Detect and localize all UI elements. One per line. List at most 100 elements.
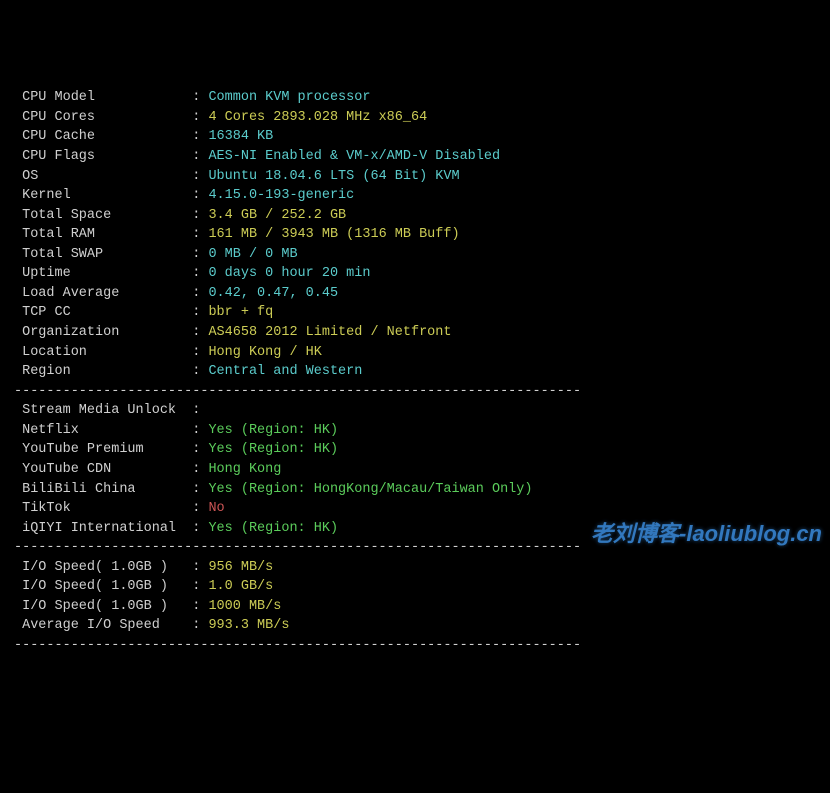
- row-colon: :: [192, 560, 208, 575]
- divider-line: ----------------------------------------…: [14, 382, 816, 402]
- stream-row: BiliBili China : Yes (Region: HongKong/M…: [14, 480, 816, 500]
- row-colon: :: [192, 423, 208, 438]
- row-colon: :: [192, 305, 208, 320]
- io-row: I/O Speed( 1.0GB ) : 1000 MB/s: [14, 597, 816, 617]
- row-colon: :: [192, 169, 208, 184]
- row-value: 1000 MB/s: [208, 599, 281, 614]
- row-value: No: [208, 501, 224, 516]
- system-row: OS : Ubuntu 18.04.6 LTS (64 Bit) KVM: [14, 167, 816, 187]
- row-label: TikTok: [14, 501, 192, 516]
- row-label: OS: [14, 169, 192, 184]
- row-label: CPU Model: [14, 90, 192, 105]
- system-row: Organization : AS4658 2012 Limited / Net…: [14, 323, 816, 343]
- stream-row: Netflix : Yes (Region: HK): [14, 421, 816, 441]
- row-value: 161 MB / 3943 MB (1316 MB Buff): [208, 227, 459, 242]
- row-value: bbr + fq: [208, 305, 273, 320]
- row-label: I/O Speed( 1.0GB ): [14, 560, 192, 575]
- stream-row: YouTube Premium : Yes (Region: HK): [14, 440, 816, 460]
- row-colon: :: [192, 403, 208, 418]
- row-label: Organization: [14, 325, 192, 340]
- row-colon: :: [192, 266, 208, 281]
- row-label: Location: [14, 345, 192, 360]
- row-label: BiliBili China: [14, 482, 192, 497]
- row-colon: :: [192, 521, 208, 536]
- row-label: Total Space: [14, 208, 192, 223]
- row-value: Common KVM processor: [208, 90, 370, 105]
- row-colon: :: [192, 247, 208, 262]
- row-value: 0.42, 0.47, 0.45: [208, 286, 338, 301]
- row-colon: :: [192, 599, 208, 614]
- stream-row: YouTube CDN : Hong Kong: [14, 460, 816, 480]
- row-label: YouTube CDN: [14, 462, 192, 477]
- row-colon: :: [192, 227, 208, 242]
- io-row: I/O Speed( 1.0GB ) : 956 MB/s: [14, 558, 816, 578]
- system-row: CPU Cores : 4 Cores 2893.028 MHz x86_64: [14, 108, 816, 128]
- stream-row: TikTok : No: [14, 499, 816, 519]
- row-value: Yes (Region: HongKong/Macau/Taiwan Only): [208, 482, 532, 497]
- io-row: Average I/O Speed : 993.3 MB/s: [14, 616, 816, 636]
- row-colon: :: [192, 110, 208, 125]
- row-value: Hong Kong: [208, 462, 281, 477]
- row-value: Ubuntu 18.04.6 LTS (64 Bit) KVM: [208, 169, 459, 184]
- row-value: Hong Kong / HK: [208, 345, 321, 360]
- row-value: 16384 KB: [208, 129, 273, 144]
- row-value: 4 Cores 2893.028 MHz x86_64: [208, 110, 427, 125]
- system-row: CPU Cache : 16384 KB: [14, 127, 816, 147]
- row-value: 0 MB / 0 MB: [208, 247, 297, 262]
- row-value: 993.3 MB/s: [208, 618, 289, 633]
- row-colon: :: [192, 286, 208, 301]
- row-label: CPU Cores: [14, 110, 192, 125]
- row-label: Kernel: [14, 188, 192, 203]
- row-value: AS4658 2012 Limited / Netfront: [208, 325, 451, 340]
- row-label: Total SWAP: [14, 247, 192, 262]
- row-colon: :: [192, 501, 208, 516]
- row-label: CPU Cache: [14, 129, 192, 144]
- system-row: Location : Hong Kong / HK: [14, 343, 816, 363]
- row-value: 3.4 GB / 252.2 GB: [208, 208, 346, 223]
- row-label: Uptime: [14, 266, 192, 281]
- row-label: TCP CC: [14, 305, 192, 320]
- row-colon: :: [192, 442, 208, 457]
- row-label: Netflix: [14, 423, 192, 438]
- row-value: 1.0 GB/s: [208, 579, 273, 594]
- divider-line: ----------------------------------------…: [14, 636, 816, 656]
- system-row: Total RAM : 161 MB / 3943 MB (1316 MB Bu…: [14, 225, 816, 245]
- row-colon: :: [192, 325, 208, 340]
- row-colon: :: [192, 482, 208, 497]
- row-colon: :: [192, 129, 208, 144]
- row-colon: :: [192, 579, 208, 594]
- row-colon: :: [192, 345, 208, 360]
- system-row: CPU Flags : AES-NI Enabled & VM-x/AMD-V …: [14, 147, 816, 167]
- system-row: Region : Central and Western: [14, 362, 816, 382]
- row-value: Yes (Region: HK): [208, 521, 338, 536]
- system-row: Total SWAP : 0 MB / 0 MB: [14, 245, 816, 265]
- row-value: AES-NI Enabled & VM-x/AMD-V Disabled: [208, 149, 500, 164]
- row-label: Stream Media Unlock: [14, 403, 192, 418]
- row-value: Yes (Region: HK): [208, 442, 338, 457]
- row-label: I/O Speed( 1.0GB ): [14, 599, 192, 614]
- row-value: 956 MB/s: [208, 560, 273, 575]
- system-row: Load Average : 0.42, 0.47, 0.45: [14, 284, 816, 304]
- divider-line: ----------------------------------------…: [14, 538, 816, 558]
- row-label: Load Average: [14, 286, 192, 301]
- row-label: YouTube Premium: [14, 442, 192, 457]
- stream-header-row: Stream Media Unlock :: [14, 401, 816, 421]
- row-colon: :: [192, 618, 208, 633]
- system-row: Kernel : 4.15.0-193-generic: [14, 186, 816, 206]
- row-colon: :: [192, 462, 208, 477]
- row-colon: :: [192, 188, 208, 203]
- system-row: Uptime : 0 days 0 hour 20 min: [14, 264, 816, 284]
- row-colon: :: [192, 90, 208, 105]
- row-label: iQIYI International: [14, 521, 192, 536]
- system-row: CPU Model : Common KVM processor: [14, 88, 816, 108]
- system-row: TCP CC : bbr + fq: [14, 303, 816, 323]
- row-value: Central and Western: [208, 364, 362, 379]
- system-row: Total Space : 3.4 GB / 252.2 GB: [14, 206, 816, 226]
- terminal-output: CPU Model : Common KVM processor CPU Cor…: [14, 88, 816, 655]
- row-label: I/O Speed( 1.0GB ): [14, 579, 192, 594]
- row-value: 0 days 0 hour 20 min: [208, 266, 370, 281]
- row-label: Average I/O Speed: [14, 618, 192, 633]
- row-colon: :: [192, 208, 208, 223]
- row-label: Total RAM: [14, 227, 192, 242]
- row-colon: :: [192, 149, 208, 164]
